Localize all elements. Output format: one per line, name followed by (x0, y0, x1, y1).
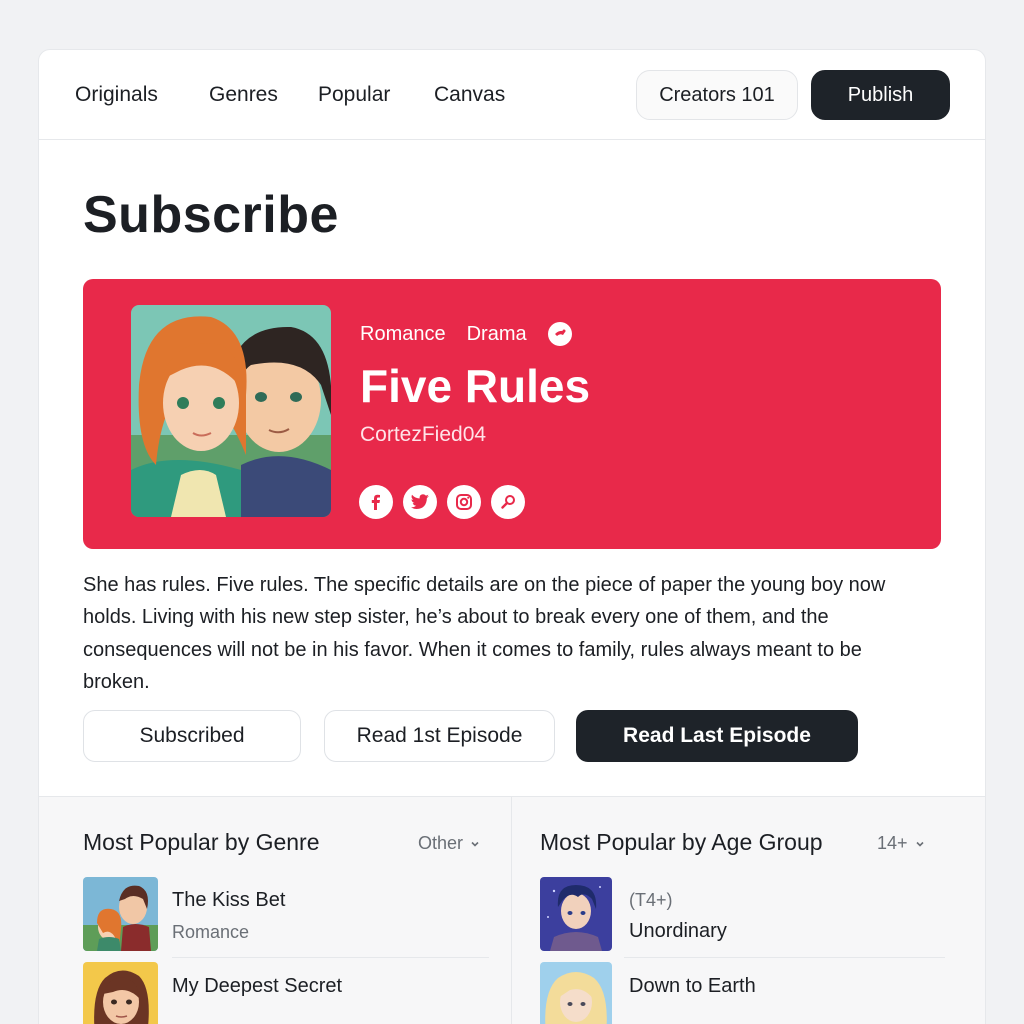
series-author[interactable]: CortezFied04 (360, 423, 486, 447)
twitter-icon[interactable] (403, 485, 437, 519)
series-title: Five Rules (360, 360, 591, 412)
title-the-kiss-bet: The Kiss Bet (172, 889, 286, 911)
creators-101-button[interactable]: Creators 101 (636, 70, 798, 120)
genre-label: Romance (172, 922, 250, 942)
title-down-to-earth: Down to Earth (629, 975, 756, 997)
facebook-icon[interactable] (359, 485, 393, 519)
nav-canvas[interactable]: Canvas (434, 83, 505, 107)
list-item[interactable]: My Deepest Secret (83, 962, 489, 1024)
thumbnail-the-kiss-bet (83, 877, 158, 951)
series-hero-banner: Romance Drama Five Rules CortezFied04 (83, 279, 941, 549)
thumbnail-down-to-earth (540, 962, 612, 1024)
publish-button[interactable]: Publish (811, 70, 950, 120)
instagram-icon[interactable] (447, 485, 481, 519)
top-nav: Originals Genres Popular Canvas Creators… (39, 50, 985, 140)
series-cover-image[interactable] (131, 305, 331, 517)
main-card: Originals Genres Popular Canvas Creators… (38, 49, 986, 1024)
age-rating-label: (T4+) (629, 890, 673, 910)
age-filter-value: 14+ (877, 833, 908, 853)
cover-illustration (131, 305, 331, 517)
read-last-episode-button[interactable]: Read Last Episode (576, 710, 858, 762)
nav-popular[interactable]: Popular (318, 83, 390, 107)
genre-tag-romance[interactable]: Romance (360, 323, 446, 346)
genre-filter-value: Other (418, 833, 464, 853)
thumbnail-my-deepest-secret (83, 962, 158, 1024)
social-links (359, 485, 525, 519)
nav-originals[interactable]: Originals (75, 83, 158, 107)
badge-icon (547, 322, 572, 346)
title-my-deepest-secret: My Deepest Secret (172, 975, 343, 997)
list-item[interactable]: Down to Earth (540, 962, 946, 1024)
thumbnail-unordinary (540, 877, 612, 951)
popular-section: Most Popular by Genre Other The Kiss Bet… (39, 796, 985, 1024)
panel-divider (511, 797, 512, 1024)
link-icon[interactable] (491, 485, 525, 519)
chevron-down-icon (471, 841, 479, 847)
list-item[interactable]: The Kiss Bet Romance (83, 877, 489, 953)
page-title: Subscribe (83, 186, 339, 244)
age-filter-dropdown[interactable]: 14+ (877, 833, 926, 854)
genre-filter-dropdown[interactable]: Other (418, 833, 481, 854)
row-divider (172, 957, 489, 958)
read-first-episode-button[interactable]: Read 1st Episode (324, 710, 555, 762)
nav-genres[interactable]: Genres (209, 83, 278, 107)
age-panel-title: Most Popular by Age Group (540, 829, 823, 855)
chevron-down-icon (915, 841, 924, 847)
subscribed-button[interactable]: Subscribed (83, 710, 301, 762)
series-description: She has rules. Five rules. The specific … (83, 574, 886, 693)
genre-tag-drama[interactable]: Drama (467, 323, 527, 346)
title-unordinary: Unordinary (629, 920, 727, 942)
list-item[interactable]: (T4+) Unordinary (540, 877, 946, 953)
genre-panel-title: Most Popular by Genre (83, 829, 320, 855)
series-genres: Romance Drama (360, 322, 593, 346)
row-divider (624, 957, 945, 958)
